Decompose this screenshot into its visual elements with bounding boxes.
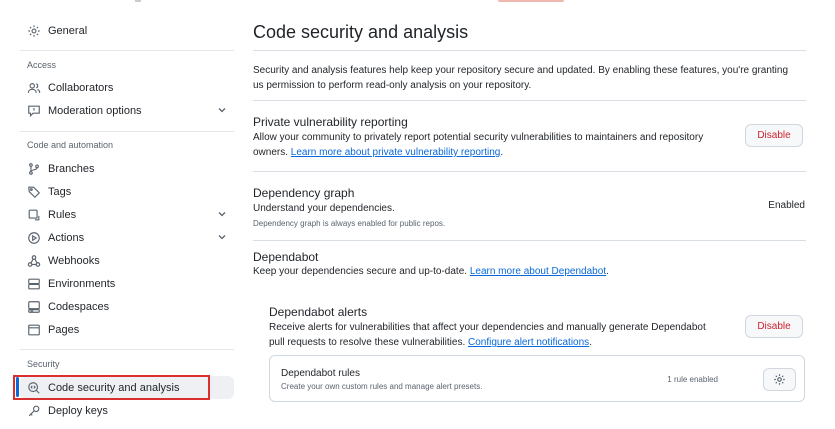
dependabot-learn-more-link[interactable]: Learn more about Dependabot xyxy=(470,266,606,277)
sidebar-item-label: Collaborators xyxy=(48,81,114,94)
sidebar-item-label: Branches xyxy=(48,162,95,175)
section-divider xyxy=(253,100,806,101)
sidebar-item-pages[interactable]: Pages xyxy=(20,318,234,341)
rules-icon xyxy=(26,207,42,223)
chevron-down-icon xyxy=(218,212,226,217)
dependency-graph-note: Dependency graph is always enabled for p… xyxy=(253,219,446,228)
sidebar-item-label: Codespaces xyxy=(48,300,110,313)
title-divider xyxy=(253,50,806,51)
rules-settings-button[interactable] xyxy=(763,368,796,391)
tag-icon xyxy=(26,184,42,200)
configure-alert-notifications-link[interactable]: Configure alert notifications xyxy=(468,337,589,348)
dependabot-alerts-disable-button[interactable]: Disable xyxy=(745,315,803,338)
sidebar-heading-security: Security xyxy=(27,359,60,369)
sidebar-item-deploy-keys[interactable]: Deploy keys xyxy=(20,399,234,422)
sidebar-item-label: Deploy keys xyxy=(48,404,108,417)
dependabot-rules-title: Dependabot rules xyxy=(281,368,360,379)
browser-icon xyxy=(26,322,42,338)
gear-icon xyxy=(774,374,785,385)
pvr-title: Private vulnerability reporting xyxy=(253,115,408,129)
sidebar-item-label: Webhooks xyxy=(48,254,100,267)
sidebar-item-environments[interactable]: Environments xyxy=(20,272,234,295)
dependabot-desc-suffix: . xyxy=(606,266,609,277)
sidebar-item-codespaces[interactable]: Codespaces xyxy=(20,295,234,318)
sidebar-divider xyxy=(20,131,234,132)
dependabot-alerts-title: Dependabot alerts xyxy=(269,305,368,319)
sidebar-item-general[interactable]: General xyxy=(20,19,234,42)
chevron-down-icon xyxy=(218,108,226,113)
gear-icon xyxy=(26,23,42,39)
sidebar-heading-code-automation: Code and automation xyxy=(27,140,114,150)
dependency-graph-status: Enabled xyxy=(768,200,805,211)
sidebar-item-label: Pages xyxy=(48,323,80,336)
key-icon xyxy=(26,403,42,419)
dependabot-description: Keep your dependencies secure and up-to-… xyxy=(253,264,793,279)
selection-highlight xyxy=(13,375,210,400)
sidebar-item-label: Actions xyxy=(48,231,85,244)
branch-icon xyxy=(26,161,42,177)
play-icon xyxy=(26,230,42,246)
webhook-icon xyxy=(26,253,42,269)
dependabot-alerts-section: Dependabot alerts Receive alerts for vul… xyxy=(269,295,806,415)
dependabot-rules-description: Create your own custom rules and manage … xyxy=(281,382,483,391)
pvr-description: Allow your community to privately report… xyxy=(253,130,723,160)
sidebar-item-branches[interactable]: Branches xyxy=(20,157,234,180)
dependabot-rules-box: Dependabot rules Create your own custom … xyxy=(269,355,805,402)
sidebar-divider xyxy=(20,50,234,51)
sidebar-item-rules[interactable]: Rules xyxy=(20,203,234,226)
dependabot-title: Dependabot xyxy=(253,250,319,264)
sidebar-item-label: Tags xyxy=(48,185,72,198)
main-content: Code security and analysis Security and … xyxy=(253,0,806,429)
sidebar-item-collaborators[interactable]: Collaborators xyxy=(20,76,234,99)
alerts-desc-suffix: . xyxy=(589,337,592,348)
sidebar-item-webhooks[interactable]: Webhooks xyxy=(20,249,234,272)
sidebar-item-label: Rules xyxy=(48,208,77,221)
pvr-desc-suffix: . xyxy=(500,147,504,158)
page-title: Code security and analysis xyxy=(253,22,469,42)
sidebar-item-moderation[interactable]: Moderation options xyxy=(20,99,234,122)
pvr-disable-button[interactable]: Disable xyxy=(745,124,803,147)
sidebar-heading-access: Access xyxy=(27,60,57,70)
sidebar-item-actions[interactable]: Actions xyxy=(20,226,234,249)
people-icon xyxy=(26,80,42,96)
section-divider xyxy=(253,171,806,172)
rules-count-label: 1 rule enabled xyxy=(667,375,718,384)
dependabot-alerts-description: Receive alerts for vulnerabilities that … xyxy=(269,320,714,350)
report-icon xyxy=(26,103,42,119)
dependency-graph-title: Dependency graph xyxy=(253,186,355,200)
dependency-graph-description: Understand your dependencies. xyxy=(253,203,395,214)
server-icon xyxy=(26,276,42,292)
sidebar-item-label: General xyxy=(48,24,88,37)
settings-sidebar: General Access Collaborators Moderation … xyxy=(0,0,242,429)
sidebar-divider xyxy=(20,349,234,350)
dependabot-desc-text: Keep your dependencies secure and up-to-… xyxy=(253,266,468,277)
sidebar-item-label: Moderation options xyxy=(48,104,142,117)
codespaces-icon xyxy=(26,299,42,315)
sidebar-item-label: Environments xyxy=(48,277,116,290)
pvr-learn-more-link[interactable]: Learn more about private vulnerability r… xyxy=(291,147,501,158)
chevron-down-icon xyxy=(218,235,226,240)
intro-text: Security and analysis features help keep… xyxy=(253,65,789,91)
sidebar-item-tags[interactable]: Tags xyxy=(20,180,234,203)
section-divider xyxy=(253,240,806,241)
